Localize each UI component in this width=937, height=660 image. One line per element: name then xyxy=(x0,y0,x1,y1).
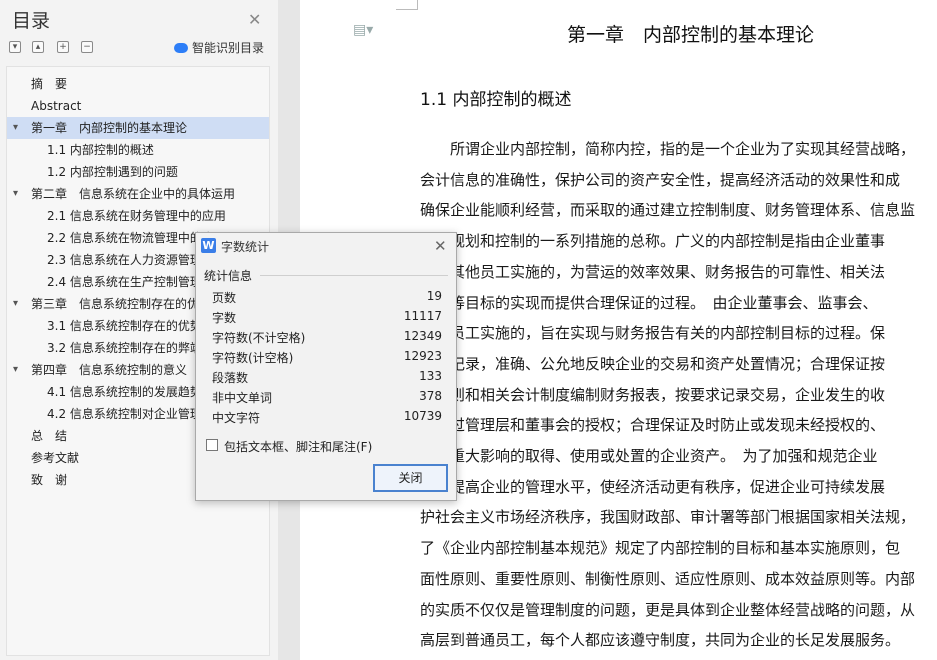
toc-item[interactable]: 1.1 内部控制的概述 xyxy=(7,139,269,161)
document-line: 面性原则、重要性原则、制衡性原则、适应性原则、成本效益原则等。内部 xyxy=(420,569,916,588)
stat-label: 字符数(计空格) xyxy=(212,351,294,365)
stat-label: 中文字符 xyxy=(212,411,261,425)
toc-item-label: 3.2 信息系统控制存在的弊端 xyxy=(47,341,202,355)
stats-group-label: 统计信息 xyxy=(204,269,253,283)
document-line: 所谓企业内部控制，简称内控，指的是一个企业为了实现其经营战略， xyxy=(420,140,916,158)
stat-label: 段落数 xyxy=(212,371,249,385)
group-divider xyxy=(260,275,448,276)
stat-label: 非中文单词 xyxy=(212,391,273,405)
toc-item-label: 第二章 信息系统在企业中的具体运用 xyxy=(31,187,236,201)
stat-row: 非中文单词 378 xyxy=(212,389,442,409)
stat-value: 11117 xyxy=(403,309,442,323)
close-icon[interactable]: ✕ xyxy=(434,237,447,255)
dialog-title: 字数统计 xyxy=(221,240,270,254)
document-line: 制，提高企业的管理水平，使经济活动更有秩序，促进企业可持续发展 xyxy=(420,477,886,496)
include-textbox-footnote-checkbox[interactable] xyxy=(206,439,218,451)
toc-item-label: 第一章 内部控制的基本理论 xyxy=(31,121,188,135)
toc-item[interactable]: ▾ 第一章 内部控制的基本理论 xyxy=(7,117,269,139)
toc-item[interactable]: 摘 要 xyxy=(7,73,269,95)
toc-item-label: Abstract xyxy=(31,99,82,113)
document-line: 确保企业能顺利经营，而采取的通过建立控制制度、财务管理体系、信息监 xyxy=(420,201,916,220)
chevron-down-icon[interactable]: ▾ xyxy=(13,183,18,205)
collapse-all-icon[interactable]: ▾ xyxy=(9,41,21,53)
document-line: 计准则和相关会计制度编制财务报表，按要求记录交易，企业发生的收 xyxy=(420,385,886,404)
minus-icon[interactable]: − xyxy=(81,41,93,53)
smart-toc-label: 智能识别目录 xyxy=(192,41,265,55)
document-line: 的实质不仅仅是管理制度的问题，更是具体到企业整体经营战略的问题，从 xyxy=(420,600,916,619)
document-line: 遵守等目标的实现而提供合理保证的过程。 由企业董事会、监事会、 xyxy=(420,293,878,312)
checkbox-label: 包括文本框、脚注和尾注(F) xyxy=(224,440,373,454)
document-line: 全体员工实施的，旨在实现与财务报告有关的内部控制目标的过程。保 xyxy=(420,324,886,343)
stat-value: 10739 xyxy=(403,409,442,423)
document-line: 表有重大影响的取得、使用或处置的企业资产。 为了加强和规范企业 xyxy=(420,447,878,465)
stat-value: 378 xyxy=(419,389,442,403)
word-count-dialog: W 字数统计 ✕ 统计信息 包括文本框、脚注和尾注(F) 关闭 页数 19 字数 11… xyxy=(195,232,457,501)
toc-item[interactable]: ▾ 第二章 信息系统在企业中的具体运用 xyxy=(7,183,269,205)
stat-value: 19 xyxy=(426,289,442,303)
toc-item-label: 1.2 内部控制遇到的问题 xyxy=(47,165,178,179)
chevron-down-icon[interactable]: ▾ xyxy=(13,293,18,315)
document-line: 护社会主义市场经济秩序，我国财政部、审计署等部门根据国家相关法规， xyxy=(420,508,916,527)
cloud-icon xyxy=(174,43,188,53)
close-icon[interactable]: ✕ xyxy=(248,10,261,29)
chapter-title: 第一章 内部控制的基本理论 xyxy=(567,24,815,46)
stat-label: 字符数(不计空格) xyxy=(212,331,306,345)
stat-row: 字符数(计空格) 12923 xyxy=(212,349,442,369)
plus-icon[interactable]: + xyxy=(57,41,69,53)
stat-row: 字数 11117 xyxy=(212,309,442,329)
page-corner-mark xyxy=(396,0,418,10)
toc-item-label: 4.1 信息系统控制的发展趋势 xyxy=(47,385,202,399)
chevron-down-icon[interactable]: ▾ xyxy=(13,359,18,381)
toc-item-label: 摘 要 xyxy=(31,77,68,91)
toc-item[interactable]: 2.1 信息系统在财务管理中的应用 xyxy=(7,205,269,227)
stat-value: 133 xyxy=(419,369,442,383)
chevron-down-icon[interactable]: ▾ xyxy=(13,117,18,139)
stat-row: 字符数(不计空格) 12349 xyxy=(212,329,442,349)
toc-title: 目录 xyxy=(12,10,51,32)
smart-toc-button[interactable]: 智能识别目录 xyxy=(174,39,264,56)
document-line: 细的记录，准确、公允地反映企业的交易和资产处置情况；合理保证按 xyxy=(420,354,886,373)
document-icon[interactable]: ▤▾ xyxy=(353,22,373,38)
document-line: 层和其他员工实施的，为营运的效率效果、财务报告的可靠性、相关法 xyxy=(420,262,886,281)
stat-label: 字数 xyxy=(212,311,237,325)
toc-item-label: 2.1 信息系统在财务管理中的应用 xyxy=(47,209,226,223)
stat-row: 段落数 133 xyxy=(212,369,442,389)
toc-item-label: 第四章 信息系统控制的意义 xyxy=(31,363,188,377)
section-title: 1.1 内部控制的概述 xyxy=(420,90,572,110)
expand-all-icon[interactable]: ▴ xyxy=(32,41,44,53)
toc-item-label: 致 谢 xyxy=(31,473,68,487)
toc-item-label: 3.1 信息系统控制存在的优势 xyxy=(47,319,202,333)
document-line: 进行规划和控制的一系列措施的总称。广义的内部控制是指由企业董事 xyxy=(420,232,886,251)
stat-value: 12923 xyxy=(403,349,442,363)
document-line: 了《企业内部控制基本规范》规定了内部控制的目标和基本实施原则，包 xyxy=(420,539,901,558)
stat-value: 12349 xyxy=(403,329,442,343)
toc-item-label: 1.1 内部控制的概述 xyxy=(47,143,154,157)
close-button[interactable]: 关闭 xyxy=(373,464,448,492)
stat-label: 页数 xyxy=(212,291,237,305)
document-line: 高层到普通员工，每个人都应该遵守制度，共同为企业的长足发展服务。 xyxy=(420,631,901,650)
document-line: 已经过管理层和董事会的授权；合理保证及时防止或发现未经授权的、 xyxy=(420,416,886,435)
stat-row: 中文字符 10739 xyxy=(212,409,442,429)
toc-item[interactable]: 1.2 内部控制遇到的问题 xyxy=(7,161,269,183)
toc-item-label: 参考文献 xyxy=(31,451,80,465)
toc-item-label: 总 结 xyxy=(31,429,68,443)
stat-row: 页数 19 xyxy=(212,289,442,309)
toc-item[interactable]: Abstract xyxy=(7,95,269,117)
wps-writer-icon: W xyxy=(201,238,216,253)
document-line: 会计信息的准确性，保护公司的资产安全性，提高经济活动的效果性和成 xyxy=(420,170,901,189)
